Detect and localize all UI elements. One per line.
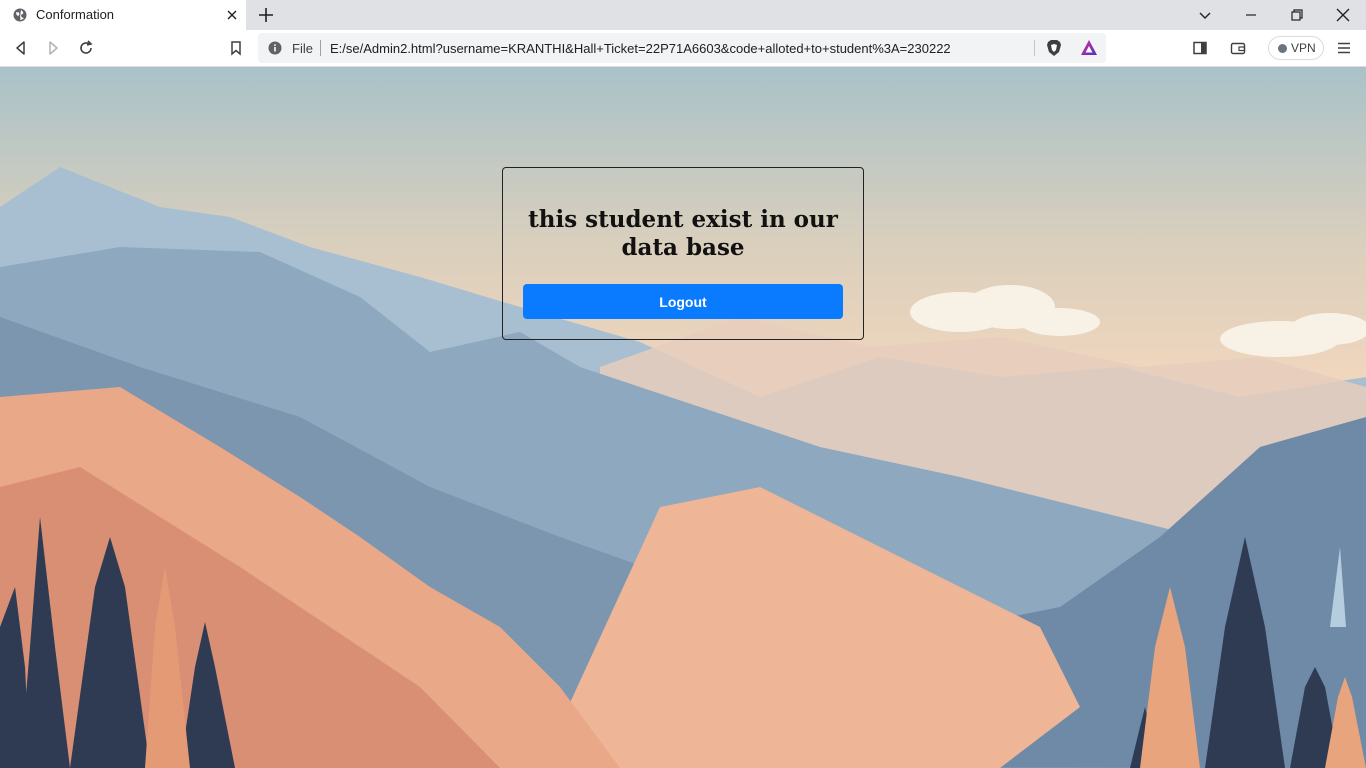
close-window-icon[interactable] bbox=[1333, 5, 1353, 25]
tab-strip: Conformation bbox=[0, 0, 1366, 30]
reload-icon[interactable] bbox=[77, 39, 95, 57]
sidebar-icon[interactable] bbox=[1191, 39, 1209, 57]
tab-title: Conformation bbox=[36, 7, 115, 22]
brave-rewards-icon[interactable] bbox=[1079, 38, 1099, 58]
browser-toolbar: File E:/se/Admin2.html?username=KRANTHI&… bbox=[0, 30, 1366, 67]
confirmation-message: this student exist in our data base bbox=[528, 206, 838, 261]
brave-shield-icon[interactable] bbox=[1044, 38, 1064, 58]
close-tab-icon[interactable] bbox=[224, 7, 240, 23]
menu-icon[interactable] bbox=[1335, 39, 1353, 57]
page-viewport: this student exist in our data base Logo… bbox=[0, 67, 1366, 768]
globe-icon bbox=[13, 8, 27, 22]
wallet-icon[interactable] bbox=[1229, 39, 1247, 57]
url-text[interactable]: E:/se/Admin2.html?username=KRANTHI&Hall+… bbox=[330, 41, 951, 56]
vpn-label: VPN bbox=[1291, 41, 1316, 55]
vpn-status-dot bbox=[1278, 44, 1287, 53]
divider bbox=[1034, 40, 1035, 56]
vpn-button[interactable]: VPN bbox=[1268, 36, 1324, 60]
bookmark-icon[interactable] bbox=[227, 39, 245, 57]
restore-icon[interactable] bbox=[1287, 5, 1307, 25]
logout-button[interactable]: Logout bbox=[523, 284, 843, 319]
tab-search-icon[interactable] bbox=[1195, 5, 1215, 25]
back-icon[interactable] bbox=[12, 39, 30, 57]
new-tab-icon[interactable] bbox=[256, 5, 276, 25]
address-bar[interactable]: File E:/se/Admin2.html?username=KRANTHI&… bbox=[258, 33, 1106, 63]
info-icon[interactable] bbox=[268, 41, 282, 55]
confirmation-card: this student exist in our data base Logo… bbox=[502, 167, 864, 340]
browser-tab[interactable]: Conformation bbox=[0, 0, 246, 30]
forward-icon[interactable] bbox=[44, 39, 62, 57]
minimize-icon[interactable] bbox=[1241, 5, 1261, 25]
divider bbox=[320, 40, 321, 56]
url-scheme: File bbox=[292, 41, 313, 56]
